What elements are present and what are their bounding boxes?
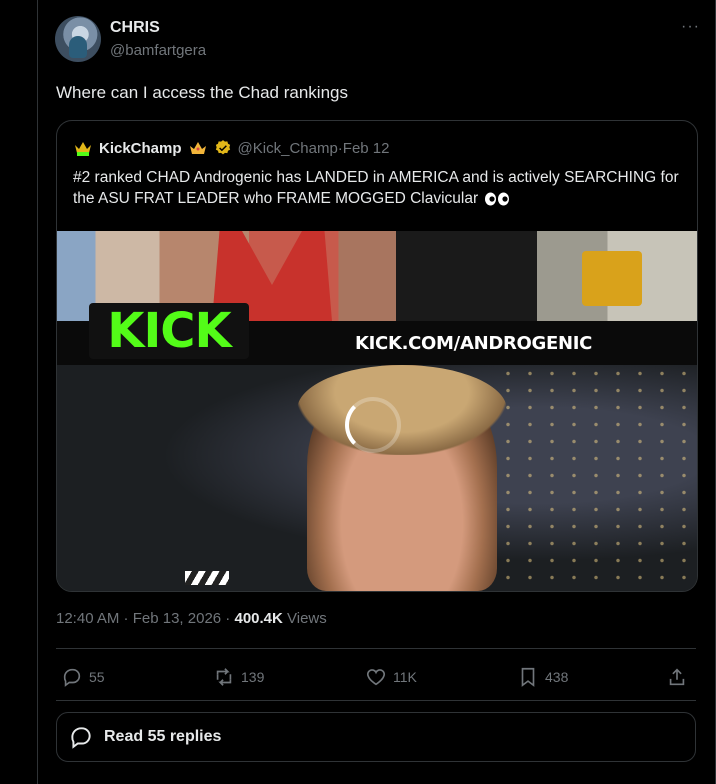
action-bar: 55 139 11K 438 [56,660,696,694]
reply-icon [63,668,81,687]
share-button[interactable] [666,660,688,694]
like-button[interactable]: 11K [365,660,417,694]
media-hair [297,365,507,455]
bookmark-count: 438 [545,669,569,685]
tweet: CHRIS @bamfartgera ··· Where can I acces… [38,0,716,784]
bookmark-button[interactable]: 438 [517,660,568,694]
tweet-date[interactable]: Feb 13, 2026 [133,610,221,627]
quoted-text-body: #2 ranked CHAD Androgenic has LANDED in … [73,169,679,207]
like-count: 11K [393,669,417,685]
kick-url-text: KICK.COM/ANDROGENIC [355,333,593,354]
clapperboard-icon [185,571,229,585]
tweet-time[interactable]: 12:40 AM [56,610,119,627]
quoted-tweet[interactable]: KickChamp @Kick_Champ · Feb 12 #2 ranked… [56,120,698,592]
views-label: Views [282,610,327,627]
repost-count: 139 [241,669,265,685]
verified-badge-icon [215,140,230,155]
quoted-tweet-header: KickChamp @Kick_Champ · Feb 12 [73,138,390,158]
tweet-text: Where can I access the Chad rankings [56,83,348,102]
read-replies-button[interactable]: Read 55 replies [56,712,696,762]
quoted-author-name[interactable]: KickChamp [99,140,182,157]
quoted-author-handle[interactable]: @Kick_Champ [238,140,338,157]
heart-icon [366,669,386,686]
author-handle[interactable]: @bamfartgera [110,42,206,59]
reply-button[interactable]: 55 [61,660,105,694]
share-icon [669,668,685,686]
meta-separator: · [119,610,133,627]
kick-crown-avatar-icon [75,142,91,156]
eyes-emoji-icon [485,192,510,206]
kick-logo: KICK [89,303,249,359]
divider-top [56,648,696,649]
crown-emoji-icon [189,142,206,154]
bookmark-icon [521,667,535,687]
media-bus [582,251,642,306]
quoted-tweet-text: #2 ranked CHAD Androgenic has LANDED in … [73,167,683,209]
reply-count: 55 [89,669,105,685]
media-bottom-scene [57,365,697,591]
quoted-date[interactable]: Feb 12 [343,140,390,157]
repost-button[interactable]: 139 [213,660,264,694]
author-avatar[interactable] [55,16,101,62]
read-replies-label: Read 55 replies [104,728,222,745]
divider-bottom [56,700,696,701]
quoted-media-video[interactable]: KICK KICK.COM/ANDROGENIC [57,231,697,591]
tweet-meta: 12:40 AM · Feb 13, 2026 · 400.4K Views [56,610,327,627]
author-name[interactable]: CHRIS [110,19,160,37]
meta-separator: · [221,610,235,627]
loading-spinner-icon [345,397,401,453]
view-count: 400.4K [234,610,283,627]
reply-bubble-icon [71,727,91,749]
repost-icon [216,668,232,686]
more-options-icon[interactable]: ··· [681,18,700,36]
